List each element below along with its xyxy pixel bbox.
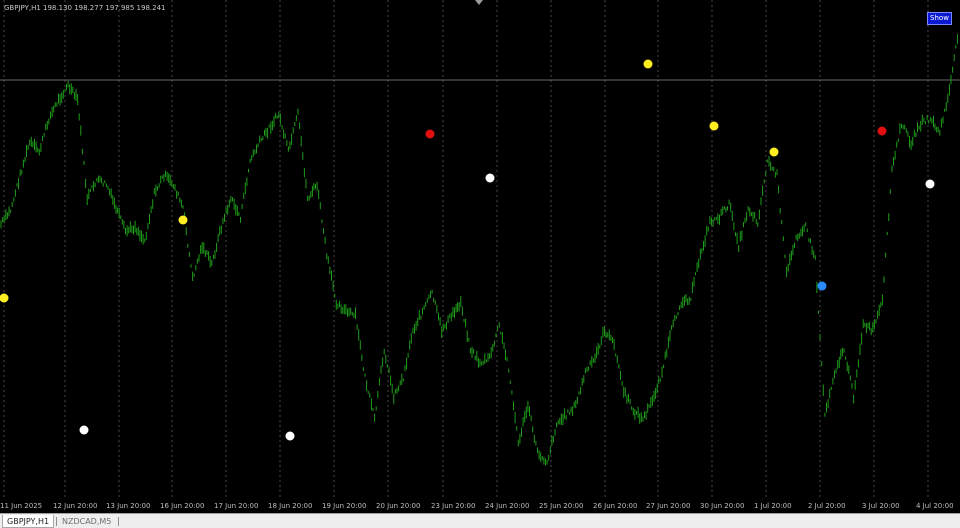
tab-separator bbox=[118, 517, 119, 526]
time-axis-label: 13 Jun 20:00 bbox=[106, 502, 151, 510]
signal-dot-yellow bbox=[643, 59, 653, 69]
signal-dot-red bbox=[877, 126, 887, 136]
time-axis-label: 18 Jun 20:00 bbox=[268, 502, 313, 510]
chart-area[interactable]: GBPJPY,H1 198.130 198.277 197.985 198.24… bbox=[0, 0, 960, 498]
signal-dot-yellow bbox=[769, 147, 779, 157]
signal-dot-yellow bbox=[709, 121, 719, 131]
time-axis-label: 27 Jun 20:00 bbox=[646, 502, 691, 510]
time-axis-label: 3 Jul 20:00 bbox=[862, 502, 900, 510]
time-axis-label: 25 Jun 20:00 bbox=[539, 502, 584, 510]
price-chart[interactable] bbox=[0, 0, 960, 498]
time-axis-label: 16 Jun 20:00 bbox=[160, 502, 205, 510]
time-axis-label: 19 Jun 20:00 bbox=[322, 502, 367, 510]
time-axis-label: 12 Jun 20:00 bbox=[53, 502, 98, 510]
signal-dot-yellow bbox=[178, 215, 188, 225]
symbol-info-label: GBPJPY,H1 198.130 198.277 197.985 198.24… bbox=[4, 4, 166, 12]
signal-dot-blue bbox=[817, 281, 827, 291]
signal-dot-yellow bbox=[0, 293, 9, 303]
time-axis-label: 26 Jun 20:00 bbox=[593, 502, 638, 510]
time-axis-label: 30 Jun 20:00 bbox=[700, 502, 745, 510]
time-axis-label: 2 Jul 20:00 bbox=[808, 502, 846, 510]
signal-dot-white bbox=[485, 173, 495, 183]
time-axis-label: 11 Jun 2025 bbox=[0, 502, 43, 510]
signal-dot-white bbox=[79, 425, 89, 435]
time-axis-label: 17 Jun 20:00 bbox=[214, 502, 259, 510]
time-axis-label: 1 Jul 20:00 bbox=[754, 502, 792, 510]
show-button[interactable]: Show bbox=[927, 12, 952, 25]
time-axis-label: 4 Jul 20:00 bbox=[916, 502, 954, 510]
signal-dot-white bbox=[285, 431, 295, 441]
time-axis-label: 23 Jun 20:00 bbox=[431, 502, 476, 510]
time-axis-label: 24 Jun 20:00 bbox=[485, 502, 530, 510]
chart-tab-bar: GBPJPY,H1 NZDCAD,M5 bbox=[0, 513, 960, 528]
chart-shift-marker[interactable] bbox=[475, 0, 483, 5]
chart-tab[interactable]: GBPJPY,H1 bbox=[2, 515, 55, 528]
time-axis: 11 Jun 2025 12 Jun 20:00 13 Jun 20:00 16 Ju… bbox=[0, 498, 960, 513]
signal-dot-red bbox=[425, 129, 435, 139]
signal-dot-white bbox=[925, 179, 935, 189]
tab-separator bbox=[56, 517, 57, 526]
chart-tab[interactable]: NZDCAD,M5 bbox=[58, 515, 115, 528]
time-axis-label: 20 Jun 20:00 bbox=[376, 502, 421, 510]
